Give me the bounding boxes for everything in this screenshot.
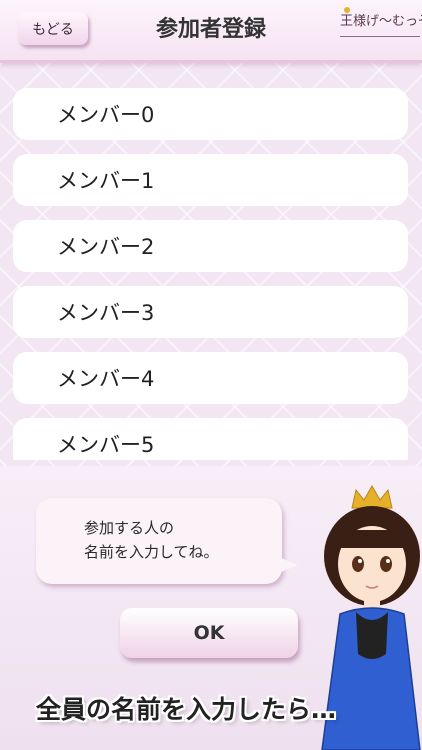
member-row-1[interactable]: メンバー1 <box>13 154 408 206</box>
member-name: メンバー4 <box>57 367 155 391</box>
member-row-2[interactable]: メンバー2 <box>13 220 408 272</box>
ok-button[interactable]: OK <box>120 608 298 658</box>
member-name: メンバー2 <box>57 235 155 259</box>
page-title: 参加者登録 <box>155 17 266 42</box>
member-name: メンバー5 <box>57 433 155 457</box>
bubble-line-1: 参加する人の <box>84 519 175 537</box>
back-button[interactable]: もどる <box>18 12 88 45</box>
speech-bubble: 参加する人の 名前を入力してね。 <box>36 498 282 584</box>
bottom-caption: 全員の名前を入力したら… <box>36 695 337 724</box>
logo-crown-dot <box>344 7 350 13</box>
header-bar: もどる 参加者登録 王様げ〜むっぞ <box>0 0 422 63</box>
member-name: メンバー1 <box>57 169 155 193</box>
member-row-3[interactable]: メンバー3 <box>13 286 408 338</box>
bubble-line-2: 名前を入力してね。 <box>84 543 219 561</box>
bubble-text: 参加する人の 名前を入力してね。 <box>84 516 274 564</box>
speech-bubble-tail <box>276 556 298 574</box>
member-name: メンバー3 <box>57 301 155 325</box>
member-row-5[interactable]: メンバー5 <box>13 418 408 460</box>
logo-text: 王様げ〜むっぞ <box>340 14 422 29</box>
app-logo: 王様げ〜むっぞ <box>340 7 422 37</box>
member-list: メンバー0 メンバー1 メンバー2 メンバー3 メンバー4 メンバー5 <box>0 60 422 460</box>
member-name: メンバー0 <box>57 103 155 127</box>
member-row-4[interactable]: メンバー4 <box>13 352 408 404</box>
member-row-0[interactable]: メンバー0 <box>13 88 408 140</box>
